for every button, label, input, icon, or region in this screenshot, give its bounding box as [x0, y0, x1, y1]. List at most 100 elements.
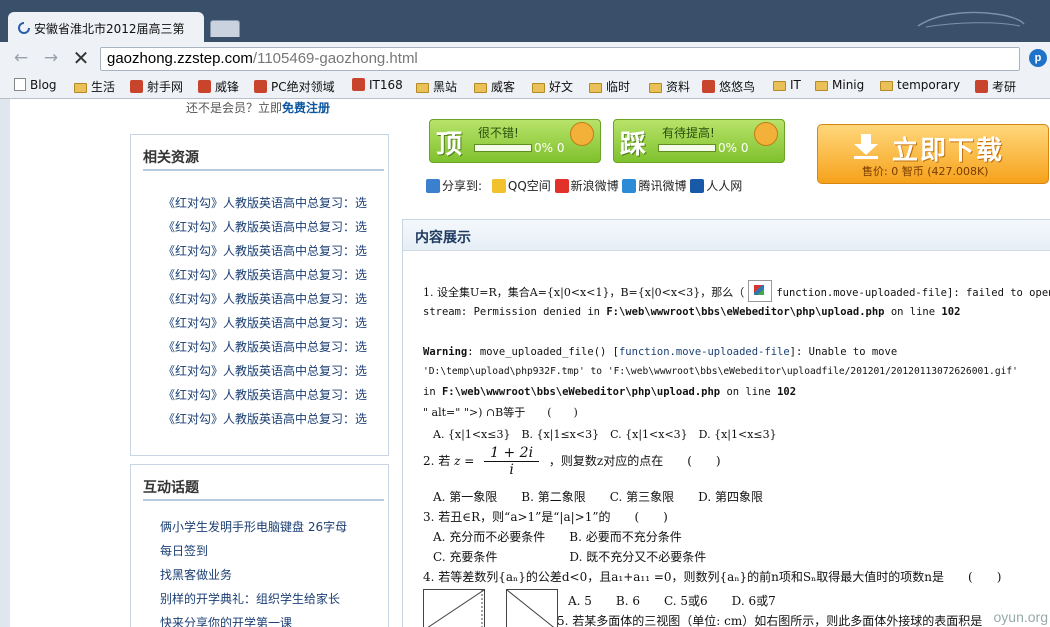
folder-icon	[589, 83, 602, 93]
share-bar: 分享到: QQ空间 新浪微博 腾讯微博 人人网	[426, 177, 742, 194]
resource-link[interactable]: 《红对勾》人教版英语高中总复习：选	[163, 314, 368, 330]
folder-icon	[416, 83, 429, 93]
q3-options-text-2: C. 充要条件 D. 既不充分又不必要条件	[433, 550, 707, 564]
q4-options-text: A. 5 B. 6 C. 5或6 D. 6或7	[568, 594, 776, 608]
bookmark-label: 临时	[606, 80, 631, 94]
loading-spinner-icon	[18, 22, 30, 34]
bookmark-item[interactable]: Minig	[815, 78, 864, 94]
bookmark-label: IT168	[369, 78, 403, 92]
bookmark-item[interactable]: 好文	[532, 78, 573, 94]
site-icon	[198, 80, 211, 93]
site-icon	[702, 80, 715, 93]
bookmark-label: IT	[790, 78, 801, 92]
resource-link[interactable]: 《红对勾》人教版英语高中总复习：选	[163, 362, 368, 378]
resource-link[interactable]: 《红对勾》人教版英语高中总复习：选	[163, 194, 368, 210]
register-note-text: 还不是会员？立即	[186, 101, 283, 115]
topic-link[interactable]: 俩小学生发明手形电脑键盘 26字母	[160, 518, 347, 534]
warning-paths-line: 'D:\temp\upload\php932F.tmp' to 'F:\web\…	[423, 366, 1018, 377]
q4-line: 4. 若等差数列{aₙ}的公差d<0，且a₁+a₁₁ =0，则数列{aₙ}的前n…	[423, 568, 1001, 585]
warning-link[interactable]: function.move-uploaded-file	[619, 346, 790, 358]
register-link[interactable]: 免费注册	[282, 101, 330, 115]
resource-link[interactable]: 《红对勾》人教版英语高中总复习：选	[163, 338, 368, 354]
front-view-drawing	[427, 589, 485, 627]
folder-icon	[880, 81, 893, 91]
topic-link[interactable]: 每日签到	[160, 542, 208, 558]
extension-icon[interactable]: p	[1029, 49, 1047, 67]
new-tab-button[interactable]	[210, 20, 240, 37]
bookmark-item[interactable]: temporary	[880, 78, 960, 94]
vote-up-label: 顶	[436, 130, 463, 160]
bookmark-item[interactable]: 威锋	[198, 78, 239, 94]
vote-down-bar	[658, 144, 716, 152]
warning-text-2: ]: Unable to move	[789, 346, 898, 358]
resource-link[interactable]: 《红对勾》人教版英语高中总复习：选	[163, 266, 368, 282]
topic-link[interactable]: 快来分享你的开学第一课	[160, 614, 292, 627]
browser-tab-active[interactable]: 安徽省淮北市2012届高三第	[8, 12, 204, 44]
register-note: 还不是会员？立即免费注册	[186, 99, 330, 116]
related-resources-title: 相关资源	[143, 150, 199, 166]
share-qzone[interactable]: QQ空间	[508, 179, 551, 193]
browser-toolbar: ← → ✕ gaozhong.zzstep.com/1105469-gaozho…	[0, 42, 1050, 74]
back-arrow-icon[interactable]: ←	[12, 49, 30, 67]
share-tencent-weibo[interactable]: 腾讯微博	[638, 179, 686, 193]
tencent-weibo-icon	[622, 179, 637, 193]
q2-z: z =	[454, 454, 475, 468]
q4-text: 4. 若等差数列{aₙ}的公差d<0，且a₁+a₁₁ =0，则数列{aₙ}的前n…	[423, 570, 1002, 584]
bookmark-item[interactable]: 资料	[649, 78, 690, 94]
bookmark-item[interactable]: PC绝对领域	[254, 78, 335, 94]
bookmark-item[interactable]: IT	[773, 78, 801, 94]
address-bar[interactable]: gaozhong.zzstep.com/1105469-gaozhong.htm…	[100, 47, 1020, 71]
warning-label: Warning	[423, 346, 468, 358]
bookmark-label: temporary	[897, 78, 961, 92]
qzone-icon	[491, 179, 506, 193]
bookmark-item[interactable]: 考研	[975, 78, 1016, 94]
vote-down-text: 有待提高!	[662, 126, 715, 140]
bookmark-item[interactable]: IT168	[352, 78, 403, 94]
bookmark-label: Minig	[832, 78, 865, 92]
folder-icon	[532, 83, 545, 93]
resource-link[interactable]: 《红对勾》人教版英语高中总复习：选	[163, 410, 368, 426]
resource-link[interactable]: 《红对勾》人教版英语高中总复习：选	[163, 242, 368, 258]
error-lineno-2: 102	[777, 386, 797, 398]
topic-link[interactable]: 别样的开学典礼：组织学生给家长	[160, 590, 340, 606]
q3-options-1: A. 充分而不必要条件 B. 必要而不充分条件	[433, 528, 682, 545]
bookmark-label: PC绝对领域	[271, 80, 335, 94]
thumbs-up-icon	[570, 122, 594, 146]
q4-options: A. 5 B. 6 C. 5或6 D. 6或7	[568, 592, 776, 609]
share-label: 分享到:	[442, 179, 483, 193]
vote-down-pct: 0% 0	[718, 141, 749, 155]
vote-up-button[interactable]: 顶 很不错! 0% 0	[429, 119, 601, 163]
forward-arrow-icon[interactable]: →	[42, 49, 60, 67]
renren-icon	[690, 179, 705, 193]
q1-line-c: " alt=" ">) ∩B等于 ( )	[423, 404, 578, 420]
download-button[interactable]: 立即下载 售价: 0 智币 (427.008K)	[817, 124, 1049, 184]
bookmark-item[interactable]: 悠悠鸟	[702, 78, 755, 94]
q5-text: 5. 若某多面体的三视图（单位: cm）如右图所示，则此多面体外接球的表面积是	[557, 614, 983, 627]
resource-link[interactable]: 《红对勾》人教版英语高中总复习：选	[163, 218, 368, 234]
q2-text: 2. 若	[423, 454, 451, 468]
resource-link[interactable]: 《红对勾》人教版英语高中总复习：选	[163, 386, 368, 402]
content-header: 内容展示	[403, 220, 1050, 251]
share-sina-weibo[interactable]: 新浪微博	[571, 179, 619, 193]
side-view-drawing	[506, 589, 555, 627]
folder-icon	[649, 83, 662, 93]
q1-intersection: " alt=" ">) ∩B等于 ( )	[423, 406, 578, 419]
resource-link[interactable]: 《红对勾》人教版英语高中总复习：选	[163, 290, 368, 306]
three-view-figure-side	[506, 589, 558, 627]
share-renren[interactable]: 人人网	[706, 179, 742, 193]
bookmark-item[interactable]: Blog	[14, 78, 57, 94]
stop-close-icon[interactable]: ✕	[72, 48, 90, 68]
folder-icon	[74, 83, 87, 93]
q3-options-2: C. 充要条件 D. 既不充分又不必要条件	[433, 548, 706, 565]
error-path-1: F:\web\wwwroot\bbs\eWebeditor\php\upload…	[606, 306, 885, 318]
bookmark-item[interactable]: 临时	[589, 78, 630, 94]
topics-title: 互动话题	[143, 480, 199, 496]
bookmark-item[interactable]: 威客	[474, 78, 515, 94]
bookmark-item[interactable]: 黑站	[416, 78, 457, 94]
vote-down-button[interactable]: 踩 有待提高! 0% 0	[613, 119, 785, 163]
bookmark-item[interactable]: 射手网	[130, 78, 183, 94]
topic-link[interactable]: 找黑客做业务	[160, 566, 232, 582]
q2-fraction: 1 + 2i i	[484, 445, 540, 478]
vote-up-text: 很不错!	[478, 126, 519, 140]
bookmark-item[interactable]: 生活	[74, 78, 115, 94]
